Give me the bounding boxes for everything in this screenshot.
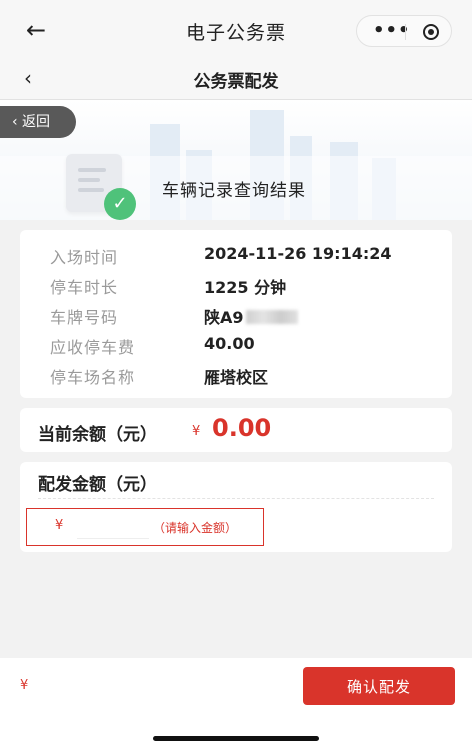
plate-blur-mask	[245, 310, 298, 324]
mini-program-capsule: •••	[356, 15, 452, 47]
amount-hint: （请输入金额）	[153, 521, 238, 535]
check-circle-icon: ✓	[104, 188, 136, 220]
amount-field[interactable]: ¥ （请输入金额）	[26, 508, 264, 546]
parking-record-card: 入场时间 2024-11-26 19:14:24 停车时长 1225 分钟 车牌…	[20, 230, 452, 398]
plate-prefix: 陕A9	[204, 308, 244, 327]
record-value: 雁塔校区	[204, 368, 269, 387]
balance-card: 当前余额（元） ¥ 0.00	[20, 408, 452, 452]
distribute-label: 配发金额（元）	[38, 475, 157, 495]
distribute-card: 配发金额（元） ¥ （请输入金额）	[20, 462, 452, 552]
record-label: 停车场名称	[50, 368, 136, 387]
app-header: ← 电子公务票 •••	[0, 0, 472, 60]
capsule-divider	[405, 24, 406, 40]
record-label: 车牌号码	[50, 308, 119, 327]
home-indicator	[153, 736, 319, 741]
close-target-icon[interactable]	[423, 24, 439, 40]
bottom-action-bar: ¥ 确认配发	[0, 658, 472, 748]
page-nav-bar: ‹ 公务票配发	[0, 60, 472, 100]
amount-currency: ¥	[55, 518, 64, 533]
result-title: 车辆记录查询结果	[162, 181, 306, 201]
amount-input[interactable]	[77, 515, 149, 539]
back-button[interactable]: ‹ 返回	[0, 106, 76, 138]
record-value-plate: 陕A9	[204, 304, 298, 328]
confirm-distribute-button[interactable]: 确认配发	[303, 667, 455, 705]
record-value: 2024-11-26 19:14:24	[204, 244, 392, 263]
footer-currency: ¥	[20, 678, 29, 693]
record-label: 停车时长	[50, 278, 119, 297]
record-label: 入场时间	[50, 248, 119, 267]
record-value: 40.00	[204, 334, 255, 353]
page-title: 公务票配发	[193, 72, 279, 92]
record-value: 1225 分钟	[204, 278, 287, 297]
dashed-divider	[38, 498, 434, 499]
record-label: 应收停车费	[50, 338, 136, 357]
balance-label: 当前余额（元）	[38, 425, 157, 445]
balance-value: 0.00	[212, 414, 272, 442]
balance-currency: ¥	[192, 424, 201, 439]
